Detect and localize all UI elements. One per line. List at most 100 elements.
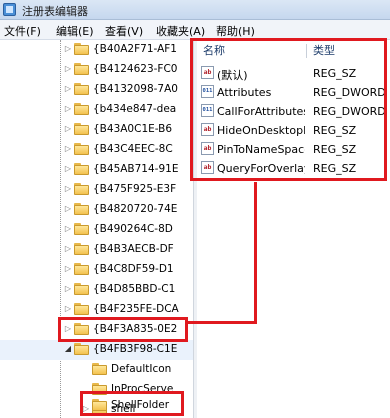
tree-item[interactable]: ▷ {B4D85BBD-C1 [0,280,193,300]
tree-item[interactable]: ▷ {B45AB714-91E [0,160,193,180]
value-name: CallForAttributes [217,105,305,118]
value-name: HideOnDesktopPerUser [217,124,305,137]
expand-arrow-icon[interactable]: ▷ [63,244,73,254]
tree-item[interactable]: ▷ {B4F235FE-DCA [0,300,193,320]
column-header-name[interactable]: 名称 [203,42,225,62]
value-name: (默认) [217,69,248,82]
tree-item[interactable]: ▷ {B475F925-E3F [0,180,193,200]
tree-item[interactable]: ▷ {B490264C-8D [0,220,193,240]
value-type: REG_SZ [313,143,357,156]
value-row[interactable]: ab HideOnDesktopPerUser REG_SZ [197,121,390,140]
menu-help[interactable]: 帮助(H) [216,23,255,39]
expand-arrow-icon[interactable]: ▷ [63,184,73,194]
value-name: PinToNameSpaceTree [217,143,305,156]
expand-arrow-icon[interactable]: ▷ [63,304,73,314]
expand-arrow-icon[interactable]: ▷ [63,284,73,294]
folder-icon [74,103,89,115]
folder-icon [74,43,89,55]
value-name: Attributes [217,86,272,99]
menu-favorites[interactable]: 收藏夹(A) [156,23,205,39]
folder-icon [74,223,89,235]
regedit-app-icon [3,3,16,16]
expand-arrow-icon[interactable]: ▷ [63,144,73,154]
folder-icon [74,63,89,75]
folder-icon [74,243,89,255]
value-type: REG_SZ [313,124,357,137]
window-title: 注册表编辑器 [22,5,88,18]
tree-item[interactable]: ▷ {B43A0C1E-B6 [0,120,193,140]
string-value-icon: ab [201,161,214,174]
value-type: REG_SZ [313,162,357,175]
folder-icon [74,183,89,195]
values-list[interactable]: 名称 类型 ab (默认) REG_SZ 011 Attributes REG_… [197,40,390,418]
value-name: QueryForOverlay [217,162,305,175]
tree-item[interactable]: ▷ {B4C8DF59-D1 [0,260,193,280]
folder-icon [92,399,107,411]
value-row[interactable]: ab QueryForOverlay REG_SZ [197,159,390,178]
tree-item-label: {B490264C-8D [93,223,173,235]
expand-arrow-icon[interactable]: ▷ [63,104,73,114]
tree-item[interactable]: ▷ {B4124623-FC0 [0,60,193,80]
tree-item-label: {B475F925-E3F [93,183,177,195]
value-type: REG_DWORD [313,105,386,118]
value-type: REG_SZ [313,67,357,80]
expand-arrow-icon[interactable]: ▷ [63,64,73,74]
tree-child-item[interactable]: DefaultIcon [0,360,193,380]
tree-item[interactable]: ▷ {b434e847-dea [0,100,193,120]
tree-item-label: {B45AB714-91E [93,163,179,175]
tree-item[interactable]: ▷ {B4B3AECB-DF [0,240,193,260]
expand-arrow-icon[interactable]: ▷ [63,164,73,174]
title-bar: 注册表编辑器 [0,0,390,20]
collapse-arrow-icon[interactable]: ◢ [63,344,73,354]
expand-arrow-icon[interactable]: ▷ [63,204,73,214]
value-row[interactable]: 011 Attributes REG_DWORD [197,83,390,102]
folder-icon [74,323,89,335]
tree-item-label: {B4132098-7A0 [93,83,178,95]
expand-arrow-icon[interactable]: ▷ [63,224,73,234]
tree-item-label: {B4124623-FC0 [93,63,178,75]
tree-item-label: ShellFolder [111,399,170,411]
expand-arrow-icon[interactable]: ▷ [63,324,73,334]
binary-value-icon: 011 [201,104,214,117]
folder-icon [92,363,107,375]
tree-item[interactable]: ▷ {B43C4EEC-8C [0,140,193,160]
tree-item-label: {B43A0C1E-B6 [93,123,173,135]
tree-item[interactable]: ▷ {B4F3A835-0E2 [0,320,193,340]
tree-item[interactable]: ▷ {B4820720-74E [0,200,193,220]
menu-view[interactable]: 查看(V) [105,23,143,39]
folder-icon [74,83,89,95]
value-row[interactable]: 011 CallForAttributes REG_DWORD [197,102,390,121]
expand-arrow-icon[interactable]: ▷ [63,264,73,274]
expand-arrow-icon[interactable]: ▷ [63,124,73,134]
menu-bar: 文件(F) 编辑(E) 查看(V) 收藏夹(A) 帮助(H) [0,20,390,40]
value-type: REG_DWORD [313,86,386,99]
registry-key-tree[interactable]: ▷ {B40A2F71-AF1 ▷ {B4124623-FC0 ▷ {B4132… [0,40,193,418]
expand-arrow-icon[interactable]: ▷ [63,44,73,54]
column-header-type[interactable]: 类型 [313,42,335,62]
open-folder-icon [74,343,89,355]
tree-item-selected[interactable]: ◢ {B4FB3F98-C1E [0,340,193,360]
expand-arrow-icon[interactable]: ▷ [63,84,73,94]
column-separator[interactable] [306,44,307,58]
string-value-icon: ab [201,66,214,79]
folder-icon [74,203,89,215]
folder-icon [74,143,89,155]
tree-item-label: {b434e847-dea [93,103,177,115]
tree-item-label: DefaultIcon [111,363,172,375]
menu-file[interactable]: 文件(F) [4,23,41,39]
menu-edit[interactable]: 编辑(E) [56,23,94,39]
folder-icon [74,283,89,295]
tree-item-label: {B40A2F71-AF1 [93,43,177,55]
string-value-icon: ab [201,123,214,136]
tree-item[interactable]: ▷ {B40A2F71-AF1 [0,40,193,60]
value-row[interactable]: ab PinToNameSpaceTree REG_SZ [197,140,390,159]
tree-child-item-shellfolder[interactable]: ShellFolder [0,394,193,416]
tree-item-label: {B4C8DF59-D1 [93,263,174,275]
tree-item-label: {B4F3A835-0E2 [93,323,178,335]
annotation-connector-line [254,182,257,322]
value-row[interactable]: ab (默认) REG_SZ [197,64,390,83]
tree-item-label: {B4B3AECB-DF [93,243,174,255]
tree-item[interactable]: ▷ {B4132098-7A0 [0,80,193,100]
binary-value-icon: 011 [201,85,214,98]
tree-item-label: {B43C4EEC-8C [93,143,173,155]
